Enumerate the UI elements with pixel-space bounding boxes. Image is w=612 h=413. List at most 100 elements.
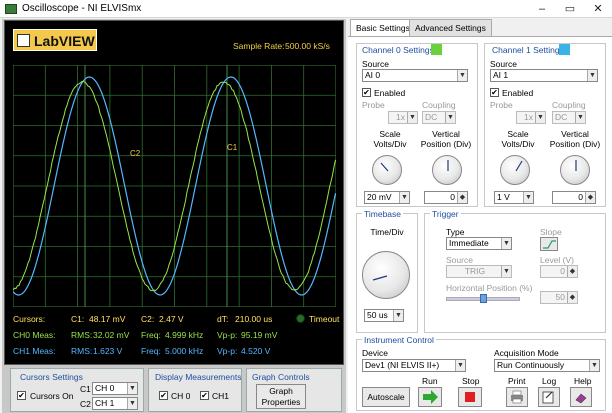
minimize-button[interactable]: – (532, 2, 552, 16)
channel1-scale-knob[interactable] (500, 155, 530, 185)
ch0-vpp-label: Vp-p: (217, 330, 237, 340)
slider-thumb[interactable] (480, 294, 487, 303)
c1-channel-select[interactable]: CH 0 ▼ (92, 382, 138, 395)
ch1-display-checkbox[interactable]: ✔ (200, 391, 209, 400)
channel1-coupling-select[interactable]: DC ▼ (552, 111, 586, 124)
channel0-source-select[interactable]: AI 0 ▼ (362, 69, 468, 82)
ch0-display-checkbox[interactable]: ✔ (159, 391, 168, 400)
channel0-coupling-value: DC (425, 112, 437, 122)
channel1-scale-value: 1 V (497, 192, 510, 202)
chevron-down-icon: ▼ (501, 266, 511, 277)
trigger-title: Trigger (430, 209, 461, 219)
sample-rate-value: 500.00 kS/s (285, 41, 330, 51)
cursors-settings-title: Cursors Settings (20, 372, 83, 382)
trigger-level-input[interactable]: 0 ◆ (540, 265, 578, 278)
ch0-rms-label: RMS: (71, 330, 92, 340)
title-bar: Oscilloscope - NI ELVISmx – ▭ ✕ (0, 0, 612, 18)
acquisition-mode-label: Acquisition Mode (494, 348, 559, 358)
slope-rising-icon[interactable] (540, 237, 558, 251)
channel0-coupling-select[interactable]: DC ▼ (422, 111, 456, 124)
c2-select-label: C2 (80, 399, 91, 409)
graph-controls-title: Graph Controls (252, 372, 310, 382)
trigger-hpos-input[interactable]: 50 ◆ (540, 291, 578, 304)
ch0-vpp-value: 95.19 mV (241, 330, 277, 340)
device-select[interactable]: Dev1 (NI ELVIS II+) ▼ (362, 359, 466, 372)
window-title: Oscilloscope - NI ELVISmx (22, 3, 141, 14)
channel1-vpos-label: Vertical Position (Div) (548, 129, 602, 149)
c2-channel-select[interactable]: CH 1 ▼ (92, 397, 138, 410)
channel0-scale-select[interactable]: 20 mV ▼ (364, 191, 410, 204)
trigger-hpos-slider[interactable] (446, 297, 520, 301)
chevron-down-icon: ▼ (457, 70, 467, 81)
cursors-on-label: Cursors On (30, 391, 73, 401)
channel1-scale-label: Scale Volts/Div (494, 129, 542, 149)
trigger-source-select[interactable]: TRIG ▼ (446, 265, 512, 278)
ch0-meas-label: CH0 Meas: (13, 330, 56, 340)
channel1-source-label: Source (490, 59, 517, 69)
ch1-freq-value: 5.000 kHz (165, 346, 203, 356)
channel0-enabled-checkbox[interactable]: ✔ (362, 88, 371, 97)
channel0-vpos-input[interactable]: 0 ◆ (424, 191, 468, 204)
chevron-down-icon: ▼ (393, 310, 403, 321)
trigger-type-label: Type (446, 227, 464, 237)
channel1-probe-select[interactable]: 1x ▼ (516, 111, 546, 124)
help-book-icon (571, 388, 591, 406)
waveform-plot[interactable]: C2 C1 (13, 65, 336, 307)
trigger-source-label: Source (446, 255, 473, 265)
tab-advanced-settings[interactable]: Advanced Settings (409, 19, 492, 36)
trigger-hpos-label: Horizontal Position (%) (446, 283, 532, 293)
chevron-down-icon: ▼ (523, 192, 533, 203)
channel1-vpos-knob[interactable] (560, 155, 590, 185)
stepper-icon: ◆ (567, 292, 577, 303)
stepper-icon: ◆ (457, 192, 467, 203)
channel0-probe-value: 1x (396, 112, 405, 122)
c2-value: 2.47 V (159, 314, 184, 324)
chevron-down-icon: ▼ (127, 398, 137, 409)
channel1-enabled-checkbox[interactable]: ✔ (490, 88, 499, 97)
stepper-icon: ◆ (567, 266, 577, 277)
maximize-button[interactable]: ▭ (560, 2, 580, 16)
cursors-on-checkbox[interactable]: ✔ (17, 391, 26, 400)
trigger-source-value: TRIG (465, 266, 485, 276)
close-button[interactable]: ✕ (588, 2, 608, 16)
channel1-source-select[interactable]: AI 1 ▼ (490, 69, 598, 82)
help-label: Help (574, 376, 591, 386)
timebase-knob[interactable] (362, 251, 410, 299)
channel0-source-label: Source (362, 59, 389, 69)
acquisition-mode-select[interactable]: Run Continuously ▼ (494, 359, 600, 372)
run-button[interactable] (418, 387, 442, 407)
channel1-title: Channel 1 Settings (492, 45, 564, 55)
channel0-color-swatch (431, 44, 442, 55)
channel1-scale-select[interactable]: 1 V ▼ (494, 191, 534, 204)
run-arrow-icon (419, 388, 441, 406)
stop-button[interactable] (458, 387, 482, 407)
trigger-slope-label: Slope (540, 227, 562, 237)
graph-properties-button[interactable]: Graph Properties (256, 384, 306, 409)
channel1-vpos-input[interactable]: 0 ◆ (552, 191, 596, 204)
log-button[interactable] (538, 387, 560, 407)
scope-display: LabVIEW Sample Rate: 500.00 kS/s C2 C1 C… (4, 20, 344, 365)
channel0-title: Channel 0 Settings (362, 45, 434, 55)
help-button[interactable] (570, 387, 592, 407)
settings-tabs: Basic Settings Advanced Settings Channel… (348, 19, 612, 413)
ch1-rms-label: RMS: (71, 346, 92, 356)
stop-label: Stop (462, 376, 480, 386)
ch0-freq-label: Freq: (141, 330, 161, 340)
channel0-probe-select[interactable]: 1x ▼ (388, 111, 418, 124)
display-measurements-title: Display Measurements (155, 372, 241, 382)
channel1-source-value: AI 1 (493, 70, 508, 80)
app-icon (5, 4, 17, 14)
instrument-control-title: Instrument Control (362, 335, 436, 345)
sample-rate-label: Sample Rate: (233, 41, 285, 51)
ch0-display-label: CH 0 (171, 391, 190, 401)
trigger-type-select[interactable]: Immediate ▼ (446, 237, 512, 250)
timebase-select[interactable]: 50 us ▼ (364, 309, 404, 322)
channel0-scale-knob[interactable] (372, 155, 402, 185)
c1-select-label: C1 (80, 384, 91, 394)
trigger-level-value: 0 (560, 266, 565, 276)
tab-basic-settings[interactable]: Basic Settings (350, 19, 416, 37)
print-button[interactable] (506, 387, 528, 407)
timeout-label: Timeout (309, 314, 339, 324)
channel0-vpos-knob[interactable] (432, 155, 462, 185)
autoscale-button[interactable]: Autoscale (362, 387, 410, 407)
